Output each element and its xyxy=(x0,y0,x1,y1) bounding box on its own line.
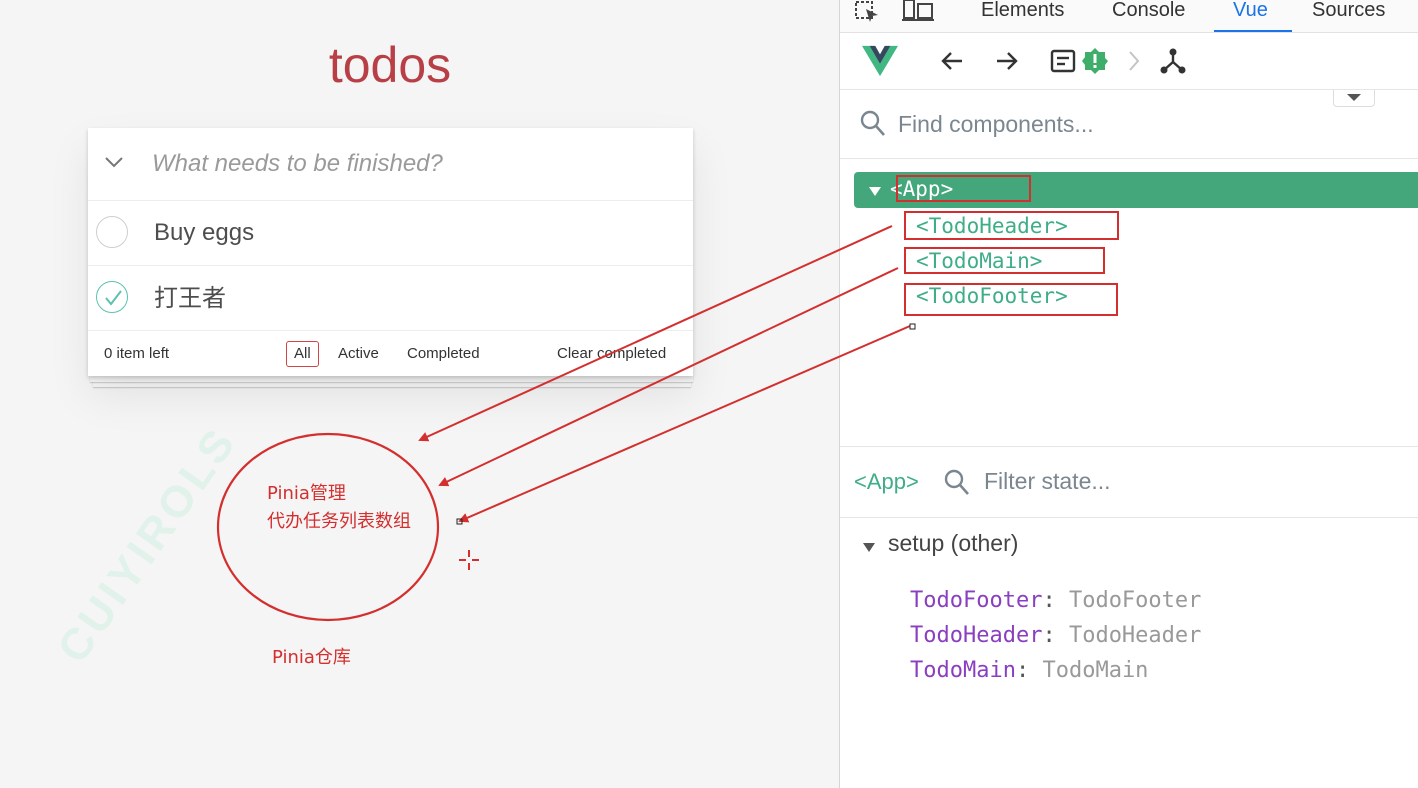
annotation-pinia-manage: Pinia管理 xyxy=(267,483,346,504)
expand-triangle-icon[interactable] xyxy=(868,180,882,204)
selected-component-label: <App> xyxy=(854,469,919,494)
section-collapse-triangle-icon[interactable] xyxy=(862,541,876,560)
filter-all[interactable]: All xyxy=(286,341,319,367)
devtools-panel: Elements Console Vue Sources Find compon… xyxy=(839,0,1418,788)
todo-toggle-checkbox[interactable] xyxy=(96,216,128,248)
state-value: TodoMain xyxy=(1042,658,1149,683)
tree-node-todomain[interactable]: <TodoMain> xyxy=(916,249,1042,273)
todo-card: Buy eggs 打王者 0 item left All Active Comp… xyxy=(88,128,693,376)
state-value: TodoHeader xyxy=(1068,623,1202,648)
watermark: CUIYIROLS xyxy=(48,417,247,672)
state-value: TodoFooter xyxy=(1068,588,1202,613)
devtools-tabbar: Elements Console Vue Sources xyxy=(840,0,1418,33)
state-inspector-header: <App> xyxy=(840,446,1418,518)
todo-footer: 0 item left All Active Completed Clear c… xyxy=(88,332,693,376)
tree-node-app[interactable]: <App> xyxy=(854,172,1418,208)
checkmark-icon xyxy=(105,290,122,306)
state-key: TodoHeader xyxy=(910,623,1043,648)
tab-sources[interactable]: Sources xyxy=(1312,0,1385,32)
search-icon xyxy=(860,110,886,143)
inspect-element-icon[interactable] xyxy=(854,0,882,26)
filter-active[interactable]: Active xyxy=(330,341,387,367)
new-todo-input[interactable] xyxy=(152,142,672,186)
filter-completed[interactable]: Completed xyxy=(399,341,488,367)
todo-label[interactable]: 打王者 xyxy=(154,282,226,314)
state-key: TodoMain xyxy=(910,658,1016,683)
annotation-todo-array: 代办任务列表数组 xyxy=(267,511,411,532)
items-left-count: 0 item left xyxy=(104,345,170,362)
toggle-all-chevron-icon[interactable] xyxy=(102,148,126,176)
clear-completed-button[interactable]: Clear completed xyxy=(557,345,666,362)
todo-toggle-checkbox[interactable] xyxy=(96,281,128,313)
card-stack-shadow xyxy=(90,375,693,382)
forward-arrow-icon[interactable] xyxy=(989,43,1025,79)
state-entry[interactable]: TodoFooter: TodoFooter xyxy=(910,586,1201,616)
todo-item: 打王者 xyxy=(88,266,693,331)
filter-state-input[interactable] xyxy=(984,465,1284,497)
panel-dropdown-toggle[interactable] xyxy=(1333,90,1375,107)
tree-node-label: <App> xyxy=(890,177,954,201)
state-key: TodoFooter xyxy=(910,588,1043,613)
chevron-right-icon xyxy=(1116,43,1152,79)
device-toggle-icon[interactable] xyxy=(902,0,934,26)
tree-node-todoheader[interactable]: <TodoHeader> xyxy=(916,214,1068,238)
annotation-pinia-store: Pinia仓库 xyxy=(272,647,351,668)
state-section-title[interactable]: setup (other) xyxy=(888,530,1018,557)
app-title: todos xyxy=(328,37,452,93)
vue-toolbar xyxy=(840,33,1418,90)
timeline-icon[interactable] xyxy=(1045,43,1081,79)
component-search-row xyxy=(840,90,1418,159)
new-todo-row xyxy=(88,128,693,201)
state-entry[interactable]: TodoHeader: TodoHeader xyxy=(910,621,1201,651)
tab-vue[interactable]: Vue xyxy=(1214,0,1292,32)
tab-elements[interactable]: Elements xyxy=(981,0,1064,32)
tab-console[interactable]: Console xyxy=(1112,0,1185,32)
tree-node-todofooter[interactable]: <TodoFooter> xyxy=(916,284,1068,308)
todo-item: Buy eggs xyxy=(88,201,693,266)
find-components-input[interactable] xyxy=(898,108,1318,140)
back-arrow-icon[interactable] xyxy=(934,43,970,79)
state-entry[interactable]: TodoMain: TodoMain xyxy=(910,656,1148,686)
crosshair-cursor-icon xyxy=(459,550,479,570)
filter-search-icon xyxy=(944,469,970,502)
component-tree-icon[interactable] xyxy=(1155,43,1191,79)
vue-logo-icon xyxy=(862,43,898,79)
warning-badge-icon[interactable] xyxy=(1077,43,1113,79)
todo-label[interactable]: Buy eggs xyxy=(154,217,254,249)
